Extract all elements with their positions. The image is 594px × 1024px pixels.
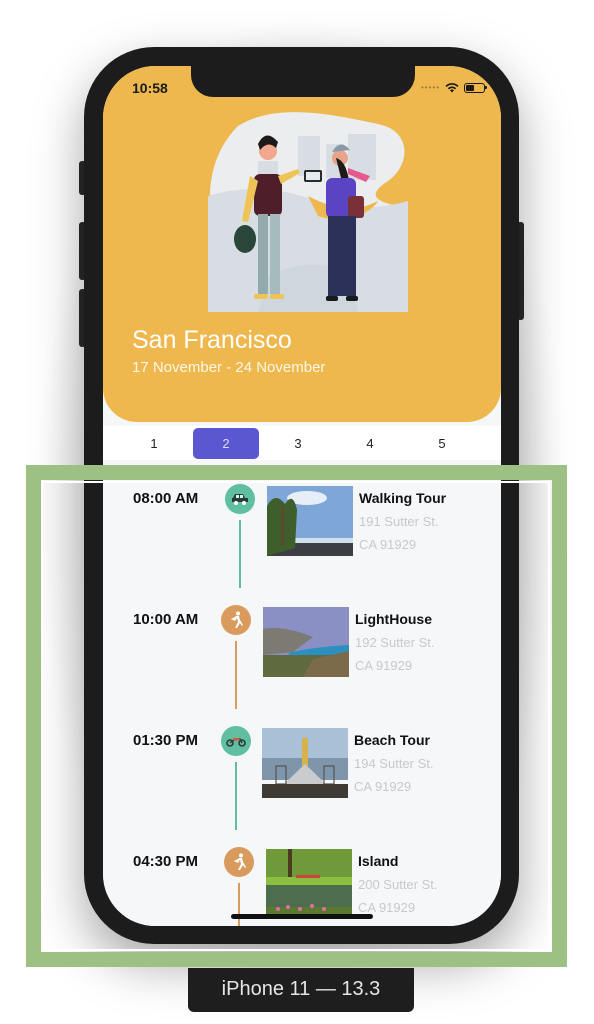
status-time: 10:58 <box>132 80 168 96</box>
day-tab-5[interactable]: 5 <box>409 428 475 459</box>
device-label: iPhone 11 — 13.3 <box>188 968 414 1012</box>
highlight-frame-inner <box>41 481 550 951</box>
wifi-icon <box>445 83 459 93</box>
simulator-stage: 10:58 ••••• San Francisco 17 November - … <box>0 0 594 1024</box>
travelers-illustration <box>208 112 408 312</box>
trip-header: 10:58 ••••• San Francisco 17 November - … <box>103 66 501 422</box>
day-tab-2[interactable]: 2 <box>193 428 259 459</box>
notch <box>191 66 415 97</box>
trip-dates: 17 November - 24 November <box>132 359 326 376</box>
day-tab-4[interactable]: 4 <box>337 428 403 459</box>
city-title: San Francisco <box>132 326 292 354</box>
day-tab-3[interactable]: 3 <box>265 428 331 459</box>
signal-dots-icon: ••••• <box>420 83 440 92</box>
battery-icon <box>464 82 487 93</box>
day-tab-1[interactable]: 1 <box>121 428 187 459</box>
day-tabs: 1 2 3 4 5 <box>103 426 501 460</box>
status-icons: ••••• <box>420 82 487 93</box>
